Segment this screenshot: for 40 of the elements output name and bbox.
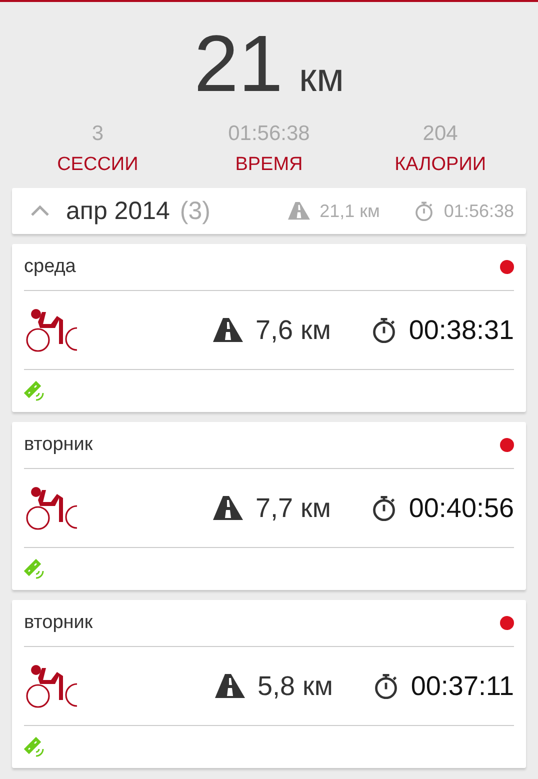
session-card[interactable]: среда 7,6 км 00:38:31: [12, 244, 526, 412]
cyclist-icon: [24, 308, 78, 352]
session-card[interactable]: вторник 5,8 км 00:37:11: [12, 600, 526, 768]
stat-label: КАЛОРИИ: [394, 154, 486, 176]
session-day: вторник: [24, 434, 93, 456]
stat-value: 01:56:38: [228, 122, 310, 146]
road-icon: [213, 318, 244, 342]
month-header[interactable]: апр 2014 (3) 21,1 км 01:56:38: [12, 188, 526, 234]
stopwatch-icon: [372, 673, 399, 699]
month-duration: 01:56:38: [444, 200, 514, 222]
session-day: среда: [24, 256, 76, 278]
total-distance: 21: [194, 24, 283, 104]
stat-label: СЕССИИ: [57, 154, 138, 176]
session-distance: 5,8 км: [257, 670, 333, 702]
cyclist-icon: [24, 664, 78, 708]
month-title: апр 2014: [66, 196, 170, 226]
session-duration: 00:40:56: [408, 492, 514, 524]
session-duration: 00:38:31: [408, 314, 514, 346]
gps-signal-icon: [24, 559, 46, 579]
stat-value: 3: [92, 122, 104, 146]
session-day: вторник: [24, 612, 93, 634]
session-distance: 7,6 км: [255, 314, 331, 346]
session-distance: 7,7 км: [255, 492, 331, 524]
stat-value: 204: [422, 122, 458, 146]
gps-signal-icon: [24, 737, 46, 757]
cyclist-icon: [24, 486, 78, 530]
gps-signal-icon: [24, 381, 46, 401]
stat-label: ВРЕМЯ: [235, 154, 303, 176]
session-card[interactable]: вторник 7,7 км 00:40:56: [12, 422, 526, 590]
road-icon: [213, 496, 244, 520]
distance-unit: км: [298, 56, 344, 101]
session-duration: 00:37:11: [410, 670, 514, 702]
stopwatch-icon: [370, 317, 397, 343]
road-icon: [215, 674, 246, 698]
month-distance: 21,1 км: [320, 200, 380, 222]
stopwatch-icon: [414, 201, 434, 221]
road-icon: [288, 202, 310, 220]
session-count: (3): [180, 196, 212, 226]
chevron-icon[interactable]: [30, 204, 50, 218]
stopwatch-icon: [370, 495, 397, 521]
